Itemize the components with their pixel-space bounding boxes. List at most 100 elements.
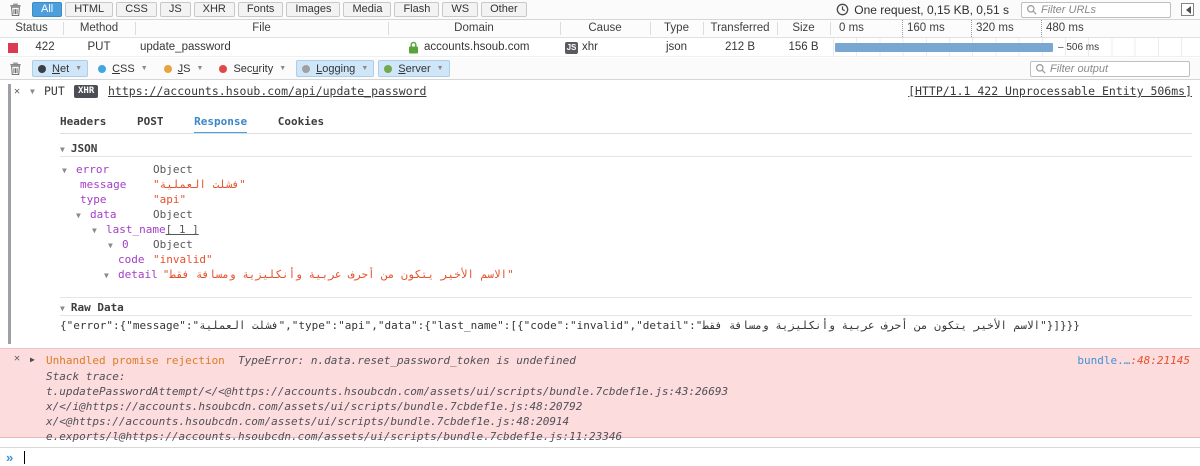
- filter-tab-ws[interactable]: WS: [442, 2, 478, 17]
- console-filter-security[interactable]: Security: [213, 60, 292, 77]
- source-position: :48:21145: [1130, 354, 1190, 367]
- output-filter-input[interactable]: [1050, 63, 1185, 75]
- request-url-link[interactable]: https://accounts.hsoub.com/api/update_pa…: [108, 84, 427, 99]
- prompt-icon: »: [6, 450, 13, 465]
- tab-post[interactable]: POST: [137, 115, 164, 132]
- url-filter-input[interactable]: [1041, 4, 1166, 16]
- expand-arrow-icon[interactable]: [30, 355, 35, 364]
- console-input-line[interactable]: »: [0, 447, 1200, 466]
- column-divider: [703, 22, 704, 35]
- column-divider: [650, 22, 651, 35]
- search-icon: [1026, 4, 1038, 16]
- console-toolbar: Net CSS JS Security Logging Server: [0, 58, 1200, 80]
- column-type[interactable]: Type: [650, 20, 703, 37]
- collapse-arrow-icon[interactable]: [76, 208, 90, 223]
- summary-text: One request, 0,15 KB, 0,51 s: [854, 3, 1009, 17]
- tree-row-type[interactable]: type"api": [60, 192, 1192, 207]
- tree-row-0[interactable]: 0Object: [60, 237, 1192, 252]
- timeline-tick-320: 320 ms: [971, 20, 1014, 37]
- filter-tab-media[interactable]: Media: [343, 2, 391, 17]
- clear-console-button[interactable]: [6, 61, 24, 77]
- filter-tab-all[interactable]: All: [32, 2, 62, 17]
- error-source: bundle.…:48:21145: [1077, 353, 1190, 368]
- filter-tab-other[interactable]: Other: [481, 2, 527, 17]
- column-size[interactable]: Size: [777, 20, 830, 37]
- output-filter-box: [1030, 61, 1190, 77]
- console-filter-css[interactable]: CSS: [92, 60, 154, 77]
- section-divider: [60, 297, 1192, 298]
- trash-icon: [9, 62, 22, 76]
- collapse-arrow-icon[interactable]: [92, 223, 106, 238]
- request-timing-label: – 506 ms: [1058, 38, 1099, 57]
- filter-tab-xhr[interactable]: XHR: [194, 2, 235, 17]
- column-cause[interactable]: Cause: [560, 20, 650, 37]
- chevron-down-icon: [75, 65, 82, 72]
- raw-data-section-header[interactable]: Raw Data: [60, 299, 1192, 316]
- raw-response-text: {"error":{"message":"فشلت العملية","type…: [60, 319, 1192, 332]
- clear-requests-button[interactable]: [6, 2, 24, 18]
- collapse-arrow-icon[interactable]: [62, 163, 76, 178]
- collapse-arrow-icon[interactable]: [30, 84, 35, 99]
- filter-tab-images[interactable]: Images: [286, 2, 340, 17]
- console-filter-net[interactable]: Net: [32, 60, 88, 77]
- request-timing-bar: [835, 43, 1053, 52]
- chevron-down-icon: [437, 65, 444, 72]
- request-size: 156 B: [777, 38, 830, 57]
- tree-row-last-name[interactable]: last_name[ 1 ]: [60, 222, 1192, 237]
- request-cause: xhr: [582, 38, 598, 57]
- column-divider: [830, 22, 831, 35]
- stack-frame[interactable]: x/</i@https://accounts.hsoubcdn.com/asse…: [46, 399, 582, 414]
- collapse-arrow-icon[interactable]: [104, 268, 118, 283]
- toggle-sidebar-icon[interactable]: [1181, 3, 1194, 16]
- tree-row-code[interactable]: code"invalid": [60, 252, 1192, 267]
- column-transferred[interactable]: Transferred: [703, 20, 777, 37]
- response-detail-tabs: Headers POST Response Cookies: [60, 115, 348, 134]
- column-method[interactable]: Method: [63, 20, 135, 37]
- error-detail: TypeError: n.data.reset_password_token i…: [231, 354, 575, 367]
- request-row[interactable]: 422 PUT update_password accounts.hsoub.c…: [0, 38, 1200, 57]
- request-file: update_password: [140, 38, 231, 57]
- json-section-header[interactable]: JSON: [60, 140, 1192, 157]
- column-status[interactable]: Status: [0, 20, 63, 37]
- status-error-indicator: [8, 43, 18, 53]
- chevron-down-icon: [141, 65, 148, 72]
- stack-frame[interactable]: x/<@https://accounts.hsoubcdn.com/assets…: [46, 414, 569, 429]
- column-domain[interactable]: Domain: [388, 20, 560, 37]
- xhr-badge: XHR: [74, 85, 98, 98]
- filter-tab-js[interactable]: JS: [160, 2, 191, 17]
- close-icon[interactable]: [14, 84, 20, 99]
- timeline-tick-160: 160 ms: [902, 20, 945, 37]
- tab-cookies[interactable]: Cookies: [278, 115, 324, 132]
- filter-tab-css[interactable]: CSS: [116, 2, 157, 17]
- security-dot-icon: [219, 65, 227, 73]
- filter-tab-flash[interactable]: Flash: [394, 2, 439, 17]
- tree-row-data[interactable]: dataObject: [60, 207, 1192, 222]
- source-file-link[interactable]: bundle.…: [1077, 354, 1130, 367]
- column-divider: [135, 22, 136, 35]
- network-table-header: Status Method File Domain Cause Type Tra…: [0, 20, 1200, 38]
- close-icon[interactable]: [14, 353, 20, 364]
- stack-frame[interactable]: t.updatePasswordAttempt/</<@https://acco…: [46, 384, 728, 399]
- console-filter-server[interactable]: Server: [378, 60, 449, 77]
- tree-row-detail[interactable]: detail"الاسم الأخير يتكون من أحرف عربية …: [60, 267, 1192, 282]
- chevron-down-icon: [361, 65, 368, 72]
- filter-tab-html[interactable]: HTML: [65, 2, 113, 17]
- console-filter-js[interactable]: JS: [158, 60, 210, 77]
- stack-trace-label: Stack trace:: [46, 369, 125, 384]
- column-file[interactable]: File: [135, 20, 388, 37]
- filter-tab-fonts[interactable]: Fonts: [238, 2, 284, 17]
- error-title: Unhandled promise rejection: [46, 354, 225, 367]
- stack-frame[interactable]: e.exports/l@https://accounts.hsoubcdn.co…: [46, 429, 622, 444]
- server-dot-icon: [384, 65, 392, 73]
- console-filter-logging[interactable]: Logging: [296, 60, 374, 77]
- collapse-arrow-icon[interactable]: [108, 238, 122, 253]
- trash-icon: [9, 3, 22, 17]
- request-domain: accounts.hsoub.com: [424, 38, 529, 57]
- css-dot-icon: [98, 65, 106, 73]
- tree-row-message[interactable]: message"فشلت العملية": [60, 177, 1192, 192]
- tab-headers[interactable]: Headers: [60, 115, 106, 132]
- tabs-divider: [60, 133, 1192, 134]
- http-status-link[interactable]: [HTTP/1.1 422 Unprocessable Entity 506ms…: [908, 84, 1192, 99]
- tree-row-error[interactable]: errorObject: [60, 162, 1192, 177]
- tab-response[interactable]: Response: [194, 115, 247, 134]
